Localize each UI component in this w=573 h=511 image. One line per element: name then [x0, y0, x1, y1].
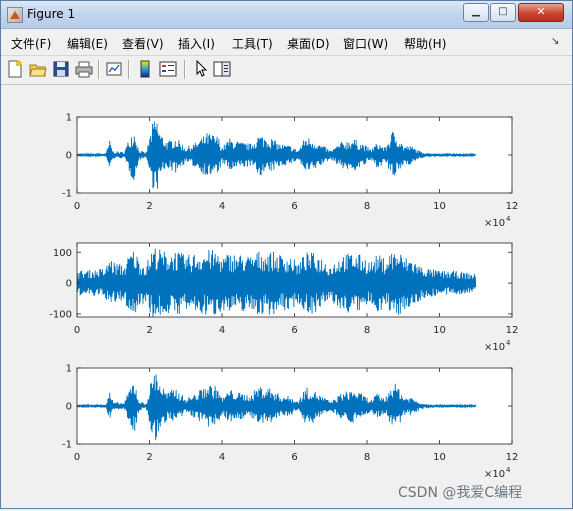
colorbar-icon[interactable]	[136, 60, 154, 78]
x-exponent-label: ×10	[484, 469, 505, 480]
menu-bar: 文件(F) 编辑(E) 查看(V) 插入(I) 工具(T) 桌面(D) 窗口(W…	[1, 29, 572, 56]
y-tick-label: -1	[62, 440, 72, 451]
menu-insert[interactable]: 插入(I)	[178, 35, 215, 52]
toolbar-separator	[184, 60, 186, 79]
x-tick-label: 10	[433, 325, 446, 336]
menu-window[interactable]: 窗口(W)	[343, 35, 388, 52]
x-exponent-label: ×10	[484, 218, 505, 229]
x-tick-label: 8	[364, 325, 370, 336]
x-tick-label: 4	[219, 325, 225, 336]
x-exponent-label: ×10	[484, 342, 505, 353]
link-plot-icon[interactable]	[105, 60, 123, 78]
menu-edit[interactable]: 编辑(E)	[67, 35, 108, 52]
x-tick-label: 6	[291, 452, 297, 463]
y-tick-label: 0	[66, 402, 72, 413]
x-tick-label: 4	[219, 201, 225, 212]
x-tick-label: 12	[506, 325, 519, 336]
property-editor-icon[interactable]	[213, 60, 231, 78]
pointer-icon[interactable]	[192, 60, 210, 78]
x-tick-label: 8	[364, 452, 370, 463]
x-tick-label: 12	[506, 452, 519, 463]
watermark: CSDN @我爱C编程	[398, 485, 523, 501]
print-icon[interactable]	[75, 60, 93, 78]
y-tick-label: 0	[66, 279, 72, 290]
window-title: Figure 1	[27, 7, 76, 21]
new-figure-icon[interactable]	[6, 60, 24, 78]
matlab-icon	[7, 7, 23, 23]
maximize-button[interactable]: □	[490, 3, 516, 22]
save-icon[interactable]	[52, 60, 70, 78]
y-tick-label: 0	[66, 151, 72, 162]
menu-desktop[interactable]: 桌面(D)	[287, 35, 330, 52]
toolbar-separator	[128, 60, 130, 79]
toolbar	[1, 56, 572, 85]
x-tick-label: 10	[433, 201, 446, 212]
x-tick-label: 2	[146, 201, 152, 212]
open-file-icon[interactable]	[29, 60, 47, 78]
figure-window: Figure 1 ▁ □ ✕ 文件(F) 编辑(E) 查看(V) 插入(I) 工…	[0, 0, 573, 509]
figure-canvas: 0 2 4 6 8 10 12 -1 0 1 ×10 4 0 2 4 6 8 10 12 -100 0 100 ×10 4 0 2…	[2, 85, 572, 507]
toolbar-separator	[98, 60, 100, 79]
minimize-button[interactable]: ▁	[463, 3, 489, 22]
menu-file[interactable]: 文件(F)	[11, 35, 51, 52]
x-exponent-power: 4	[506, 466, 511, 474]
x-tick-label: 6	[291, 201, 297, 212]
x-tick-label: 0	[74, 452, 80, 463]
x-tick-label: 6	[291, 325, 297, 336]
y-tick-label: 100	[53, 248, 72, 259]
menu-help[interactable]: 帮助(H)	[404, 35, 446, 52]
y-tick-label: -1	[62, 189, 72, 200]
x-tick-label: 0	[74, 325, 80, 336]
y-tick-label: 1	[66, 113, 72, 124]
x-tick-label: 8	[364, 201, 370, 212]
x-exponent-power: 4	[506, 215, 511, 223]
title-bar[interactable]: Figure 1 ▁ □ ✕	[1, 1, 572, 29]
x-tick-label: 10	[433, 452, 446, 463]
x-tick-label: 12	[506, 201, 519, 212]
x-tick-label: 4	[219, 452, 225, 463]
menu-view[interactable]: 查看(V)	[122, 35, 164, 52]
x-tick-label: 2	[146, 325, 152, 336]
dock-arrow-icon[interactable]: ↘	[551, 36, 559, 47]
x-exponent-power: 4	[506, 339, 511, 347]
menu-tools[interactable]: 工具(T)	[232, 35, 273, 52]
y-tick-label: 1	[66, 364, 72, 375]
x-tick-label: 0	[74, 201, 80, 212]
close-button[interactable]: ✕	[518, 3, 564, 22]
x-tick-label: 2	[146, 452, 152, 463]
plots-svg: 0 2 4 6 8 10 12-101×10 40 2 4 6 8 10 12-1000100×10 40 2…	[49, 113, 519, 481]
y-tick-label: -100	[49, 309, 72, 320]
legend-icon[interactable]	[159, 60, 177, 78]
